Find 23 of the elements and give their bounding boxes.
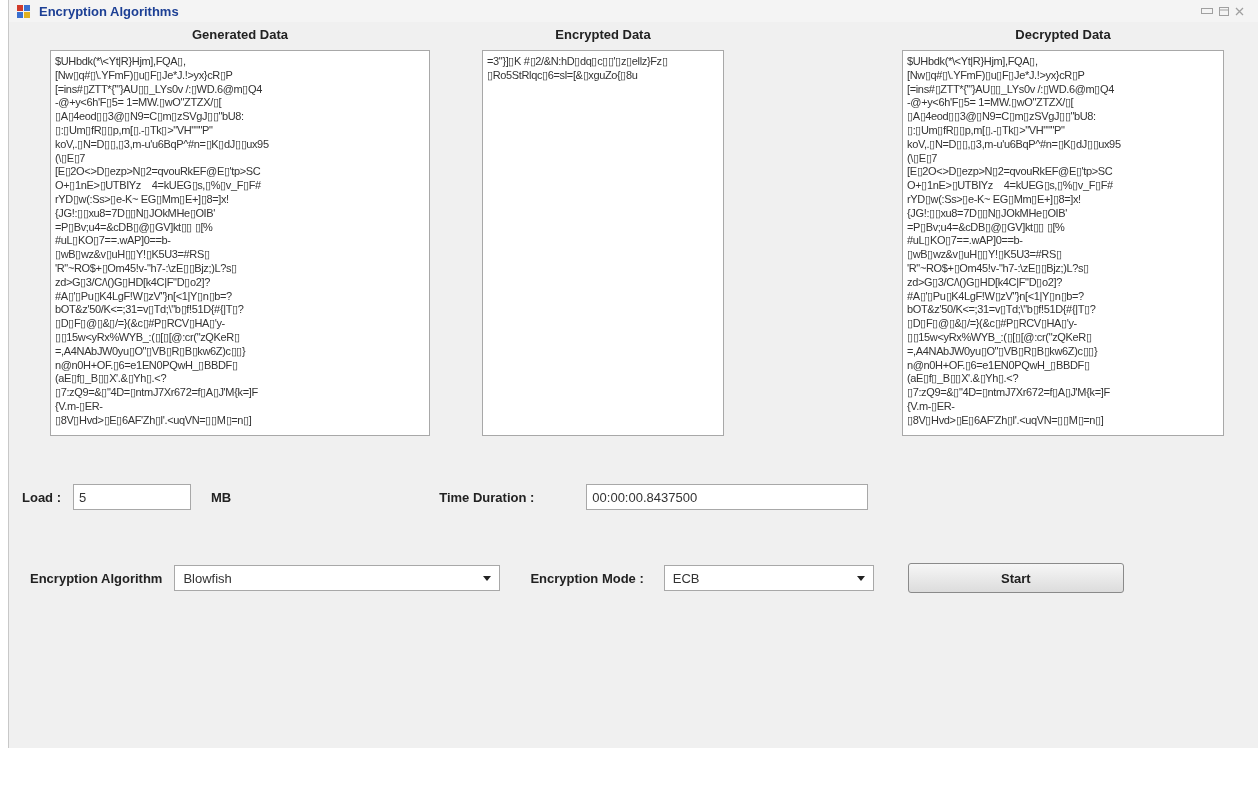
column-heading: Encrypted Data [555, 26, 651, 44]
unit-label: MB [211, 489, 232, 505]
data-text-area[interactable]: $UHbdk(*\<Yt|R}Hjm],FQA▯, [Nw▯q#▯\.YFmF)▯u▯F▯Je*J.!>yx}cR▯P [=ins#▯ZTT*{'"}AU▯▯_LYs0v /:▯WD.6@m▯Q4 -@+y<6h'F▯5= 1=MW.▯wO"ZTZX/▯[ ▯A▯4eod▯▯3@▯N9=C▯m▯zSVgJ▯▯"bU8: ▯:▯Um▯fR▯▯p,m[▯.-▯Tk▯>"VH"""P" koV,.▯N=D▯▯,▯3,m-u'u6BqP^#n=▯K▯dJ▯▯ux95 (\▯E▯7 [E▯2O<>D▯ezp>N▯2=qvouRkEF@E▯'tp>SC O+▯1nE>▯UTBIYz 4=kUEG▯s,▯%▯v_F▯F# rYD▯w(:Ss>▯e-K~ EG▯Mm▯E+]▯8=]x! {JG!:▯▯xu8=7D▯▯N▯JOkMHe▯OIB' =P▯Bv;u4=&cDB▯@▯GV]kt▯▯ ▯[% #uL▯KO▯7==.wAP]0==b- ▯wB▯wz&v▯uH▯▯Y!▯K5U3=#RS▯ 'R"~RO$+▯Om45!v-"h7-:\zE▯▯Bjz;)L?s▯ zd>G▯3/C/\()G▯HD[k4C|F"D▯o2]? #A▯'▯Pu▯K4LgF!W▯zV"}n[<1|Y▯n▯b=? bOT&z'50/K<=;31=v▯Td;\"b▯f!51D{#{|T▯? ▯D▯F▯@▯&▯/=}(&c▯#P▯RCV▯HA▯'y- ▯▯15w<yRx%WYB_:(▯[▯[@:cr("zQKeR▯ =,A4NAbJW0yu▯O"▯VB▯R▯B▯kw6Z)c▯▯} n@n0H+OF.▯6=e1EN0PQwH_▯BBDF▯ (aE▯f▯_B▯▯X'.&▯Yh▯.<? ▯7:zQ9=&▯"4D=▯ntmJ7Xr672=f▯A▯J'M{k=]F {V.m-▯ER- ▯8V▯Hvd>▯E▯6AF'Zh▯l'.<uqVN=▯▯M▯=n▯] [50, 50, 430, 436]
load-label: Load : [22, 489, 61, 505]
dropdown-arrow-icon [856, 575, 865, 581]
encryption-algorithm-label: Encryption Algorithm [30, 570, 163, 586]
time-duration-label: Time Duration : [439, 489, 535, 505]
start-button[interactable]: Start [907, 563, 1124, 593]
dropdown-arrow-icon [483, 575, 492, 581]
algorithm-dropdown[interactable]: Blowfish [174, 565, 501, 591]
column-heading: Generated Data [191, 26, 289, 44]
maximize-icon[interactable] [1219, 6, 1229, 16]
encryption-mode-label: Encryption Mode : [530, 570, 644, 586]
app-icon [17, 4, 33, 18]
column-heading: Decrypted Data [1015, 26, 1111, 44]
close-icon[interactable] [1235, 6, 1244, 16]
mode-dropdown[interactable]: ECB [663, 565, 874, 591]
data-text-area[interactable]: $UHbdk(*\<Yt|R}Hjm],FQA▯, [Nw▯q#▯\.YFmF)▯u▯F▯Je*J.!>yx}cR▯P [=ins#▯ZTT*{'"}AU▯▯_LYs0v /:▯WD.6@m▯Q4 -@+y<6h'F▯5= 1=MW.▯wO"ZTZX/▯[ ▯A▯4eod▯▯3@▯N9=C▯m▯zSVgJ▯▯"bU8: ▯:▯Um▯fR▯▯p,m[▯.-▯Tk▯>"VH"""P" koV,.▯N=D▯▯,▯3,m-u'u6BqP^#n=▯K▯dJ▯▯ux95 (\▯E▯7 [E▯2O<>D▯ezp>N▯2=qvouRkEF@E▯'tp>SC O+▯1nE>▯UTBIYz 4=kUEG▯s,▯%▯v_F▯F# rYD▯w(:Ss>▯e-K~ EG▯Mm▯E+]▯8=]x! {JG!:▯▯xu8=7D▯▯N▯JOkMHe▯OIB' =P▯Bv;u4=&cDB▯@▯GV]kt▯▯ ▯[% #uL▯KO▯7==.wAP]0==b- ▯wB▯wz&v▯uH▯▯Y!▯K5U3=#RS▯ 'R"~RO$+▯Om45!v-"h7-:\zE▯▯Bjz;)L?s▯ zd>G▯3/C/\()G▯HD[k4C|F"D▯o2]? #A▯'▯Pu▯K4LgF!W▯zV"}n[<1|Y▯n▯b=? bOT&z'50/K<=;31=v▯Td;\"b▯f!51D{#{|T▯? ▯D▯F▯@▯&▯/=}(&c▯#P▯RCV▯HA▯'y- ▯▯15w<yRx%WYB_:(▯[▯[@:cr("zQKeR▯ =,A4NAbJW0yu▯O"▯VB▯R▯B▯kw6Z)c▯▯} n@n0H+OF.▯6=e1EN0PQwH_▯BBDF▯ (aE▯f▯_B▯▯X'.&▯Yh▯.<? ▯7:zQ9=&▯"4D=▯ntmJ7Xr672=f▯A▯J'M{k=]F {V.m-▯ER- ▯8V▯Hvd>▯E▯6AF'Zh▯l'.<uqVN=▯▯M▯=n▯] [902, 50, 1224, 436]
data-text-area[interactable]: =3"}]▯K #▯2/&N:hD▯dq▯c▯▯'▯z▯ellz}Fz▯ ▯Ro5StRlqc▯6=sl=[&▯xguZo{▯8u [482, 50, 724, 436]
minimize-icon[interactable] [1201, 8, 1213, 14]
window-title: Encryption Algorithms [39, 3, 179, 19]
time-duration-field[interactable]: 00:00:00.8437500 [586, 484, 869, 510]
load-field[interactable]: 5 [73, 484, 191, 510]
